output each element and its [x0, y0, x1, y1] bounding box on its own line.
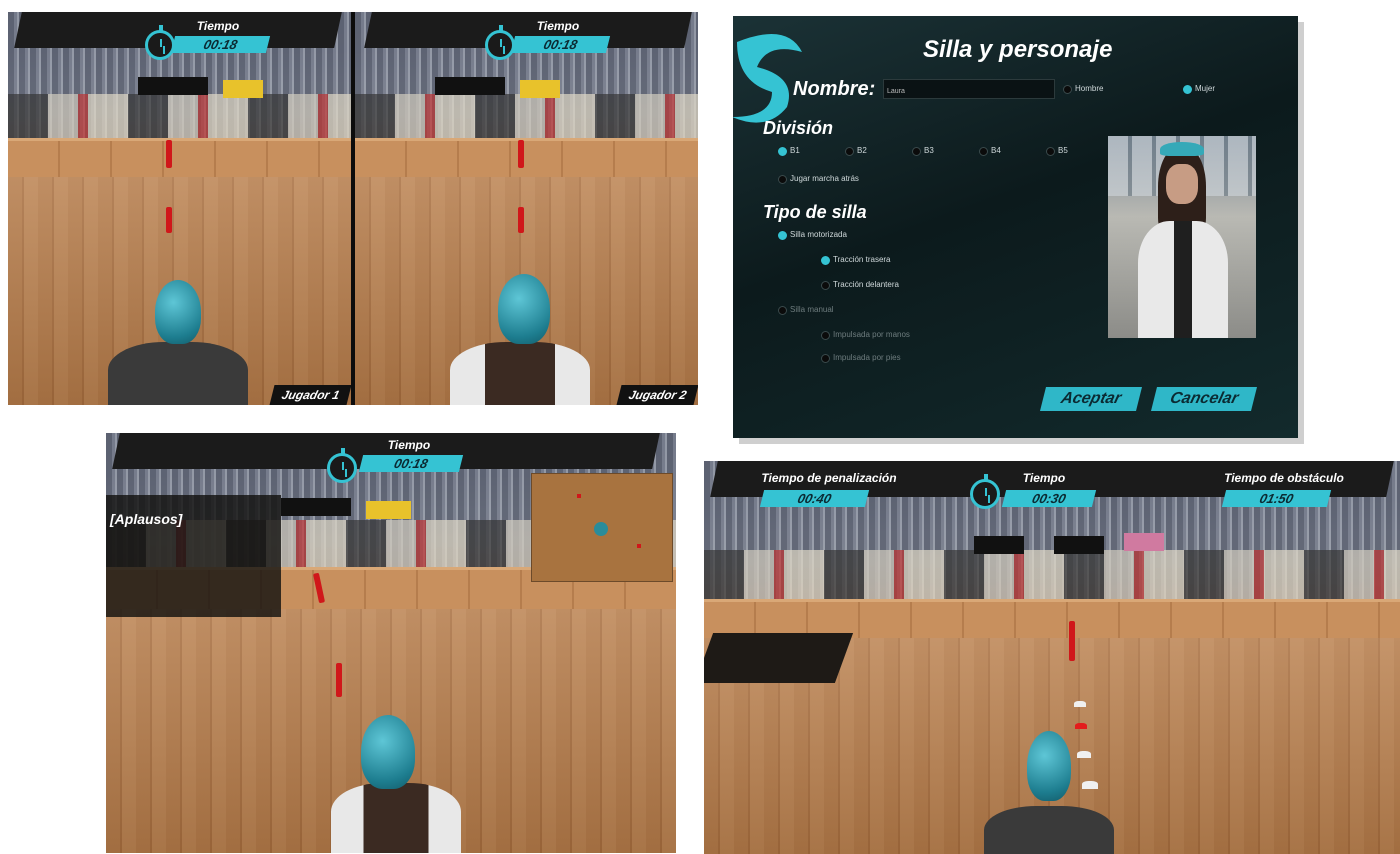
division-label: B5	[1058, 146, 1068, 155]
dialog-title: Silla y personaje	[923, 36, 1113, 63]
gender-radio-mujer[interactable]	[1183, 85, 1192, 94]
player1-view: Jugador 1	[8, 12, 351, 405]
game-view	[704, 461, 1400, 854]
timer-value: 00:18	[510, 36, 611, 53]
gender-label: Mujer	[1195, 84, 1216, 93]
division-label: B1	[790, 146, 800, 155]
split-screen-panel: Jugador 1 Jugador 2 Tiempo 00:18 Tiempo …	[8, 12, 698, 405]
gender-label: Hombre	[1075, 84, 1104, 93]
cone-marker	[1075, 723, 1087, 729]
division-radio-b5[interactable]	[1046, 147, 1055, 156]
player-helmet	[361, 715, 415, 789]
cone	[166, 207, 172, 233]
timer-label: Tiempo	[1022, 471, 1066, 485]
player-avatar-body	[450, 342, 590, 405]
cone	[518, 207, 524, 233]
player-avatar-body	[331, 783, 461, 853]
cone	[518, 140, 524, 168]
player-tag: Jugador 1	[269, 385, 351, 405]
chair-option-label: Silla motorizada	[790, 230, 847, 239]
timer-value: 00:18	[358, 455, 464, 472]
arena-sign	[366, 501, 411, 519]
arena-sign	[138, 77, 208, 95]
penalty-value: 00:40	[759, 490, 870, 507]
obstacle-value: 01:50	[1221, 490, 1332, 507]
cone-marker	[1077, 751, 1091, 758]
player-tag: Jugador 2	[616, 385, 698, 405]
player-helmet	[1027, 731, 1071, 801]
challenge-panel: Tiempo de penalización 00:40 Tiempo 00:3…	[704, 461, 1400, 854]
chair-radio-traccion-delantera[interactable]	[821, 281, 830, 290]
character-preview	[1108, 136, 1256, 338]
stopwatch-icon	[485, 25, 515, 60]
chair-option-label: Impulsada por pies	[833, 353, 901, 362]
division-label: B3	[924, 146, 934, 155]
minimap-cone	[637, 544, 641, 548]
division-radio-b1[interactable]	[778, 147, 787, 156]
obstacle-label: Tiempo de obstáculo	[1224, 471, 1344, 485]
arena-sign	[435, 77, 505, 95]
logo-icon	[733, 34, 802, 123]
gender-radio-hombre[interactable]	[1063, 85, 1072, 94]
arena-sign	[281, 498, 351, 516]
arena-sign	[1054, 536, 1104, 554]
division-radio-b2[interactable]	[845, 147, 854, 156]
arena-sign	[223, 80, 263, 98]
cone-marker	[1082, 781, 1098, 789]
chair-option-label: Tracción trasera	[833, 255, 891, 264]
chair-radio-traccion-trasera[interactable]	[821, 256, 830, 265]
chair-radio-motorizada[interactable]	[778, 231, 787, 240]
minimap-cone	[577, 494, 581, 498]
player-helmet	[498, 274, 550, 344]
stopwatch-icon	[970, 474, 1000, 509]
timer-label: Tiempo	[536, 19, 580, 33]
player-avatar-body	[984, 806, 1114, 854]
chair-option-label: Silla manual	[790, 305, 834, 314]
chair-option-label: Impulsada por manos	[833, 330, 910, 339]
minimap-player-icon	[594, 522, 608, 536]
caption-text: [Aplausos]	[110, 511, 183, 527]
cone	[336, 663, 342, 697]
arena-sign	[520, 80, 560, 98]
chair-option-label: Tracción delantera	[833, 280, 899, 289]
timer-label: Tiempo	[387, 438, 431, 452]
timer-value: 00:18	[170, 36, 271, 53]
cone	[1069, 621, 1075, 661]
timer-label: Tiempo	[196, 19, 240, 33]
division-label: B2	[857, 146, 867, 155]
character-settings-dialog: Silla y personaje Nombre: Laura Hombre M…	[733, 16, 1298, 438]
division-label: B4	[991, 146, 1001, 155]
stopwatch-icon	[145, 25, 175, 60]
march-label: Jugar marcha atrás	[790, 174, 859, 183]
player-avatar-body	[108, 342, 248, 405]
cone-marker	[1074, 701, 1086, 707]
ramp-obstacle	[704, 633, 854, 683]
stopwatch-icon	[327, 448, 357, 483]
chair-radio-manos[interactable]	[821, 331, 830, 340]
chair-radio-manual[interactable]	[778, 306, 787, 315]
name-input[interactable]: Laura	[883, 79, 1055, 99]
cone	[166, 140, 172, 168]
march-checkbox[interactable]	[778, 175, 787, 184]
minimap	[531, 473, 673, 582]
single-player-panel: [Aplausos] Tiempo 00:18	[106, 433, 676, 853]
cancel-button[interactable]: Cancelar	[1151, 387, 1257, 411]
player2-view: Jugador 2	[355, 12, 698, 405]
player-helmet	[155, 280, 201, 344]
arena-sign	[1124, 533, 1164, 551]
arena-sign	[974, 536, 1024, 554]
chair-heading: Tipo de silla	[763, 202, 867, 222]
penalty-label: Tiempo de penalización	[761, 471, 897, 485]
timer-value: 00:30	[1001, 490, 1097, 507]
accept-button[interactable]: Aceptar	[1040, 387, 1142, 411]
division-heading: División	[763, 118, 834, 138]
division-radio-b3[interactable]	[912, 147, 921, 156]
name-input-value: Laura	[887, 88, 905, 95]
chair-radio-pies[interactable]	[821, 354, 830, 363]
division-radio-b4[interactable]	[979, 147, 988, 156]
name-label: Nombre:	[793, 78, 876, 100]
